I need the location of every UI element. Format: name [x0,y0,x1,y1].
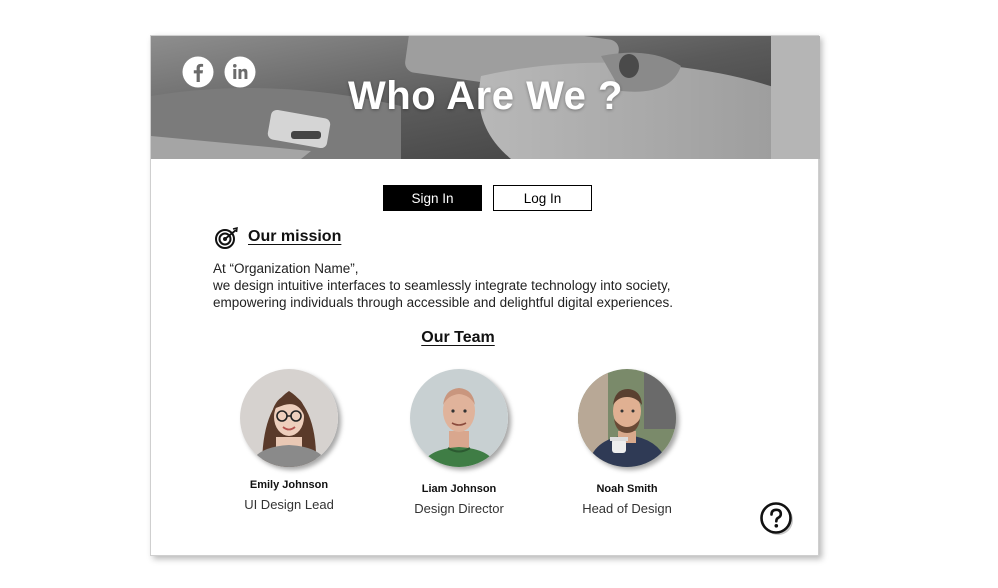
mission-line: empowering individuals through accessibl… [213,295,674,310]
page-title: Who Are We ? [348,74,623,118]
team-member-card: Noah Smith Head of Design [547,369,707,516]
mission-line: At “Organization Name”, [213,261,359,276]
member-role: Head of Design [582,501,672,516]
target-icon [215,227,238,249]
about-card: Who Are We ? Sign In Log In Our mission … [150,35,820,556]
avatar [240,369,338,467]
log-in-button[interactable]: Log In [493,185,592,211]
avatar [410,369,508,467]
member-role: UI Design Lead [244,497,334,512]
member-name: Noah Smith [596,483,658,495]
help-icon[interactable] [760,502,794,536]
member-name: Liam Johnson [421,483,497,495]
team-heading: Our Team [421,329,495,346]
member-name: Emily Johnson [249,479,329,491]
avatar [578,369,676,467]
team-member-card: Liam Johnson Design Director [379,369,539,516]
mission-line: we design intuitive interfaces to seamle… [213,278,671,293]
mission-statement: At “Organization Name”, we design intuit… [213,260,773,311]
mission-heading: Our mission [248,228,342,245]
team-member-card: Emily Johnson UI Design Lead [209,369,369,512]
hero-banner: Who Are We ? [151,36,820,159]
member-role: Design Director [414,501,504,516]
sign-in-button[interactable]: Sign In [383,185,482,211]
